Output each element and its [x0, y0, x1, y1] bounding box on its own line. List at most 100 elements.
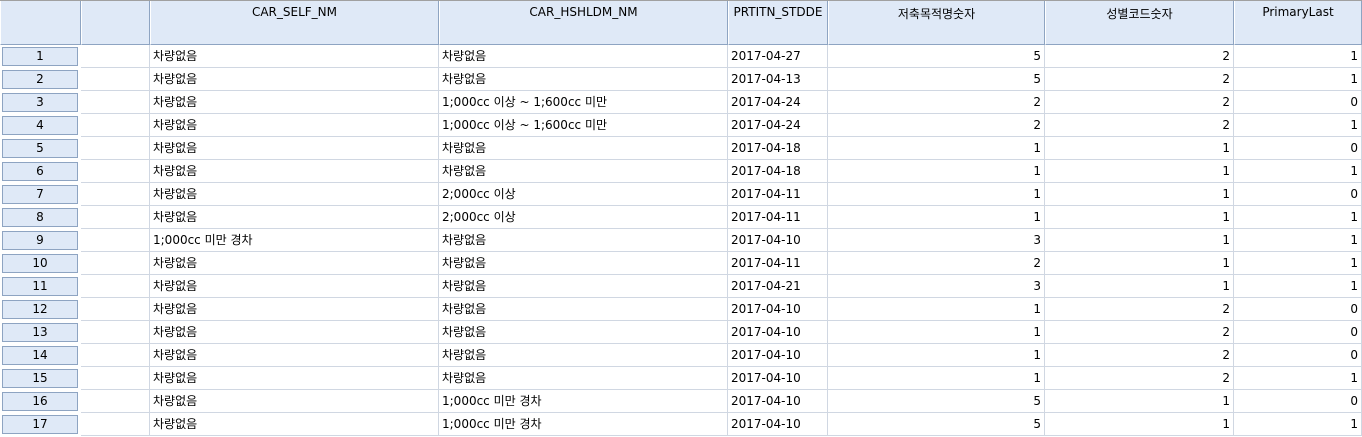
cell-car-hshldm-nm[interactable]: 1;000cc 미만 경차 [439, 413, 728, 436]
cell-gender-code[interactable]: 2 [1045, 321, 1234, 344]
row-number[interactable]: 7 [2, 185, 78, 204]
cell-primary-last[interactable]: 1 [1234, 229, 1362, 252]
cell-car-hshldm-nm[interactable]: 1;000cc 이상 ~ 1;600cc 미만 [439, 114, 728, 137]
select-all-corner[interactable] [0, 1, 81, 45]
cell-blank[interactable] [81, 114, 150, 137]
cell-prtitn-stdde[interactable]: 2017-04-11 [728, 183, 828, 206]
cell-gender-code[interactable]: 1 [1045, 413, 1234, 436]
cell-car-self-nm[interactable]: 차량없음 [150, 367, 439, 390]
cell-primary-last[interactable]: 1 [1234, 275, 1362, 298]
cell-car-self-nm[interactable]: 차량없음 [150, 137, 439, 160]
cell-car-self-nm[interactable]: 1;000cc 미만 경차 [150, 229, 439, 252]
cell-blank[interactable] [81, 160, 150, 183]
column-header-car-self-nm[interactable]: CAR_SELF_NM [150, 1, 439, 45]
cell-primary-last[interactable]: 1 [1234, 413, 1362, 436]
cell-primary-last[interactable]: 0 [1234, 91, 1362, 114]
cell-prtitn-stdde[interactable]: 2017-04-10 [728, 298, 828, 321]
row-number[interactable]: 9 [2, 231, 78, 250]
row-header[interactable]: 15 [0, 367, 81, 390]
cell-gender-code[interactable]: 1 [1045, 137, 1234, 160]
cell-prtitn-stdde[interactable]: 2017-04-18 [728, 160, 828, 183]
cell-blank[interactable] [81, 344, 150, 367]
cell-car-self-nm[interactable]: 차량없음 [150, 252, 439, 275]
cell-savings-purpose[interactable]: 5 [828, 390, 1045, 413]
cell-car-self-nm[interactable]: 차량없음 [150, 390, 439, 413]
cell-car-self-nm[interactable]: 차량없음 [150, 114, 439, 137]
cell-blank[interactable] [81, 137, 150, 160]
row-number[interactable]: 4 [2, 116, 78, 135]
cell-primary-last[interactable]: 1 [1234, 160, 1362, 183]
row-number[interactable]: 11 [2, 277, 78, 296]
column-header-gender-code[interactable]: 성별코드숫자 [1045, 1, 1234, 45]
row-header[interactable]: 8 [0, 206, 81, 229]
cell-car-self-nm[interactable]: 차량없음 [150, 183, 439, 206]
cell-gender-code[interactable]: 1 [1045, 206, 1234, 229]
row-header[interactable]: 16 [0, 390, 81, 413]
cell-prtitn-stdde[interactable]: 2017-04-24 [728, 114, 828, 137]
cell-prtitn-stdde[interactable]: 2017-04-10 [728, 367, 828, 390]
cell-car-self-nm[interactable]: 차량없음 [150, 91, 439, 114]
cell-primary-last[interactable]: 1 [1234, 68, 1362, 91]
cell-savings-purpose[interactable]: 5 [828, 45, 1045, 68]
row-header[interactable]: 4 [0, 114, 81, 137]
cell-blank[interactable] [81, 321, 150, 344]
row-header[interactable]: 1 [0, 45, 81, 68]
cell-primary-last[interactable]: 0 [1234, 137, 1362, 160]
cell-gender-code[interactable]: 1 [1045, 252, 1234, 275]
cell-prtitn-stdde[interactable]: 2017-04-10 [728, 229, 828, 252]
row-number[interactable]: 16 [2, 392, 78, 411]
cell-savings-purpose[interactable]: 2 [828, 91, 1045, 114]
cell-car-self-nm[interactable]: 차량없음 [150, 275, 439, 298]
cell-primary-last[interactable]: 1 [1234, 114, 1362, 137]
cell-savings-purpose[interactable]: 1 [828, 206, 1045, 229]
row-header[interactable]: 17 [0, 413, 81, 436]
cell-blank[interactable] [81, 183, 150, 206]
row-number[interactable]: 8 [2, 208, 78, 227]
cell-primary-last[interactable]: 1 [1234, 45, 1362, 68]
row-number[interactable]: 6 [2, 162, 78, 181]
cell-gender-code[interactable]: 2 [1045, 45, 1234, 68]
cell-car-hshldm-nm[interactable]: 1;000cc 이상 ~ 1;600cc 미만 [439, 91, 728, 114]
row-number[interactable]: 14 [2, 346, 78, 365]
column-header-car-hshldm-nm[interactable]: CAR_HSHLDM_NM [439, 1, 728, 45]
cell-blank[interactable] [81, 298, 150, 321]
cell-car-hshldm-nm[interactable]: 차량없음 [439, 321, 728, 344]
cell-car-self-nm[interactable]: 차량없음 [150, 298, 439, 321]
row-number[interactable]: 17 [2, 415, 78, 434]
cell-gender-code[interactable]: 2 [1045, 91, 1234, 114]
row-header[interactable]: 12 [0, 298, 81, 321]
cell-car-self-nm[interactable]: 차량없음 [150, 45, 439, 68]
cell-car-self-nm[interactable]: 차량없음 [150, 160, 439, 183]
cell-blank[interactable] [81, 252, 150, 275]
row-number[interactable]: 10 [2, 254, 78, 273]
cell-car-self-nm[interactable]: 차량없음 [150, 206, 439, 229]
cell-prtitn-stdde[interactable]: 2017-04-18 [728, 137, 828, 160]
cell-savings-purpose[interactable]: 5 [828, 68, 1045, 91]
cell-savings-purpose[interactable]: 2 [828, 252, 1045, 275]
cell-savings-purpose[interactable]: 1 [828, 137, 1045, 160]
cell-blank[interactable] [81, 68, 150, 91]
cell-car-hshldm-nm[interactable]: 차량없음 [439, 275, 728, 298]
cell-primary-last[interactable]: 1 [1234, 367, 1362, 390]
cell-car-hshldm-nm[interactable]: 차량없음 [439, 45, 728, 68]
cell-gender-code[interactable]: 1 [1045, 160, 1234, 183]
column-header-savings-purpose[interactable]: 저축목적명숫자 [828, 1, 1045, 45]
cell-primary-last[interactable]: 0 [1234, 321, 1362, 344]
cell-prtitn-stdde[interactable]: 2017-04-10 [728, 413, 828, 436]
cell-savings-purpose[interactable]: 1 [828, 183, 1045, 206]
cell-savings-purpose[interactable]: 1 [828, 344, 1045, 367]
cell-car-self-nm[interactable]: 차량없음 [150, 413, 439, 436]
row-header[interactable]: 9 [0, 229, 81, 252]
cell-primary-last[interactable]: 0 [1234, 298, 1362, 321]
row-header[interactable]: 10 [0, 252, 81, 275]
row-number[interactable]: 15 [2, 369, 78, 388]
cell-prtitn-stdde[interactable]: 2017-04-10 [728, 390, 828, 413]
cell-blank[interactable] [81, 367, 150, 390]
row-header[interactable]: 5 [0, 137, 81, 160]
cell-primary-last[interactable]: 0 [1234, 390, 1362, 413]
cell-gender-code[interactable]: 1 [1045, 229, 1234, 252]
cell-gender-code[interactable]: 1 [1045, 390, 1234, 413]
cell-blank[interactable] [81, 413, 150, 436]
cell-gender-code[interactable]: 1 [1045, 183, 1234, 206]
cell-gender-code[interactable]: 2 [1045, 114, 1234, 137]
